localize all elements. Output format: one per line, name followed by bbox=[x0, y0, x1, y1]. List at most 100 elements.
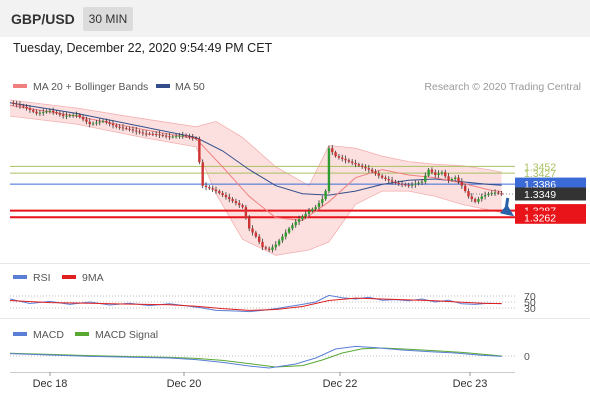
candle-body bbox=[154, 134, 158, 136]
ma20-legend-label: MA 20 + Bollinger Bands bbox=[33, 81, 148, 93]
candle-body bbox=[424, 175, 427, 182]
candle-body bbox=[254, 232, 258, 237]
price-label-layer: 1.34521.34271.33861.33491.32871.3262 bbox=[515, 161, 586, 224]
ma50-legend-swatch bbox=[156, 84, 170, 88]
candle-body bbox=[324, 191, 327, 200]
candle-body bbox=[101, 120, 105, 122]
candle-body bbox=[108, 122, 111, 124]
candle-body bbox=[98, 121, 101, 123]
candle-body bbox=[264, 247, 268, 249]
candle-body bbox=[357, 164, 361, 166]
candle-body bbox=[208, 187, 211, 189]
candle-body bbox=[85, 119, 88, 122]
candle-body bbox=[477, 199, 480, 202]
forecast-arrow-layer bbox=[500, 197, 514, 217]
candle-body bbox=[311, 209, 314, 212]
candle-body bbox=[32, 110, 35, 112]
candle-body bbox=[211, 188, 214, 190]
candle-body bbox=[274, 244, 277, 248]
candle-body bbox=[35, 111, 38, 114]
candle-body bbox=[145, 133, 148, 135]
main-legend: MA 20 + Bollinger Bands MA 50 bbox=[13, 81, 205, 93]
candle-body bbox=[231, 199, 234, 202]
candle-body bbox=[148, 133, 151, 135]
rsi-legend-swatch bbox=[13, 275, 27, 279]
candle-body bbox=[65, 115, 68, 117]
candle-body bbox=[497, 192, 500, 194]
candle-body bbox=[453, 177, 457, 179]
candle-body bbox=[444, 172, 447, 177]
candle-body bbox=[500, 193, 503, 195]
candle-body bbox=[75, 114, 78, 116]
candle-body bbox=[158, 134, 161, 136]
candle-body bbox=[404, 184, 407, 186]
candle-body bbox=[314, 207, 317, 210]
candle-body bbox=[238, 203, 241, 206]
rsi9-legend-label: 9MA bbox=[82, 272, 104, 284]
candle-body bbox=[410, 184, 414, 186]
copyright-text: Research © 2020 Trading Central bbox=[424, 81, 581, 93]
candle-body bbox=[467, 191, 470, 197]
candle-body bbox=[224, 195, 228, 198]
rsi-legend: RSI 9MA bbox=[13, 272, 104, 284]
candle-body bbox=[354, 162, 357, 165]
candle-body bbox=[490, 193, 493, 195]
macd-signal-line bbox=[9, 347, 502, 368]
candle-body bbox=[128, 128, 131, 130]
candle-body bbox=[248, 217, 251, 229]
candle-body bbox=[427, 169, 430, 176]
candle-body bbox=[457, 177, 460, 182]
candle-body bbox=[294, 221, 297, 226]
candle-body bbox=[327, 148, 331, 192]
candle-body bbox=[15, 103, 18, 105]
candle-body bbox=[38, 112, 42, 114]
candle-body bbox=[267, 248, 271, 250]
candle-body bbox=[331, 148, 334, 153]
candle-body bbox=[301, 216, 304, 220]
candle-body bbox=[55, 112, 58, 114]
candle-body bbox=[387, 179, 390, 181]
candle-body bbox=[115, 125, 118, 127]
candle-body bbox=[374, 171, 377, 174]
candle-body bbox=[68, 115, 72, 117]
price-level-label: 1.3349 bbox=[524, 189, 556, 201]
candle-body bbox=[42, 112, 45, 114]
candle-body bbox=[370, 169, 374, 172]
candle-body bbox=[337, 156, 341, 158]
candle-body bbox=[234, 201, 238, 204]
candle-body bbox=[297, 219, 301, 222]
candle-body bbox=[487, 193, 490, 196]
candle-body bbox=[191, 137, 194, 139]
candle-body bbox=[138, 131, 141, 133]
candle-body bbox=[178, 135, 181, 137]
candle-body bbox=[58, 113, 62, 115]
candle-body bbox=[390, 180, 394, 182]
candle-body bbox=[174, 136, 178, 138]
macd-signal-legend-swatch bbox=[75, 332, 89, 336]
candle-body bbox=[463, 185, 467, 192]
candle-body bbox=[307, 211, 311, 214]
candle-body bbox=[171, 136, 174, 138]
x-axis: Dec 18 Dec 20 Dec 22 Dec 23 bbox=[33, 372, 487, 390]
candle-body bbox=[214, 189, 218, 192]
candle-body bbox=[111, 123, 115, 126]
candle-body bbox=[364, 166, 367, 169]
candle-body bbox=[434, 172, 437, 175]
macd-legend: MACD MACD Signal bbox=[13, 329, 158, 341]
macd-signal-legend-label: MACD Signal bbox=[95, 329, 158, 341]
candle-body bbox=[257, 236, 261, 242]
x-tick-label: Dec 22 bbox=[323, 378, 358, 390]
candle-body bbox=[164, 135, 168, 137]
candle-body bbox=[281, 236, 284, 241]
candle-body bbox=[417, 182, 420, 184]
candle-body bbox=[25, 106, 28, 109]
candle-body bbox=[141, 132, 145, 134]
candle-body bbox=[131, 129, 135, 131]
candle-body bbox=[430, 169, 434, 173]
x-tick-label: Dec 20 bbox=[167, 378, 202, 390]
candle-body bbox=[440, 172, 444, 174]
candle-body bbox=[28, 108, 32, 111]
candle-body bbox=[181, 135, 184, 137]
macd-zero-label: 0 bbox=[524, 351, 530, 363]
candle-body bbox=[228, 197, 231, 200]
